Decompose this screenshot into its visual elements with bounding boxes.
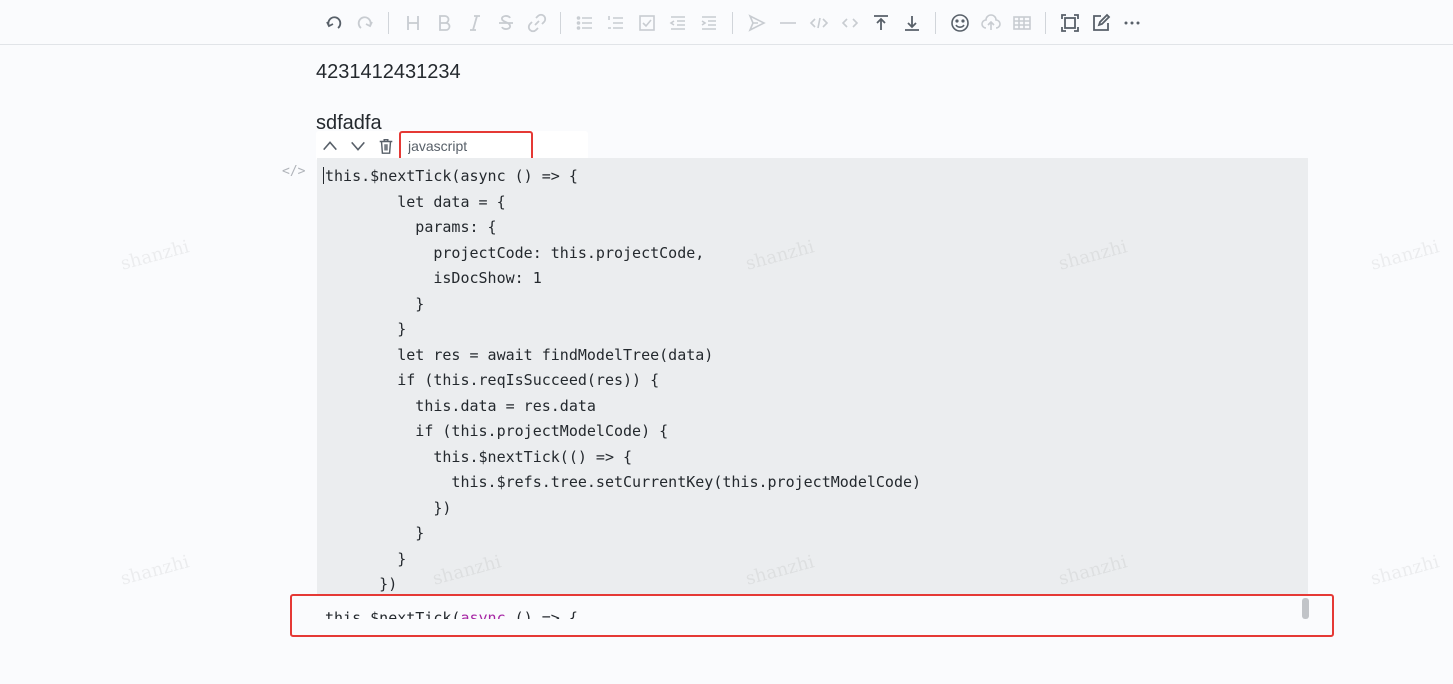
move-up-icon[interactable] bbox=[316, 132, 344, 160]
toolbar-divider bbox=[560, 12, 561, 34]
edit-mode-icon[interactable] bbox=[1085, 8, 1116, 38]
preview-scrollbar[interactable] bbox=[1302, 598, 1309, 619]
ordered-list-icon[interactable] bbox=[600, 8, 631, 38]
emoji-icon[interactable] bbox=[944, 8, 975, 38]
toolbar-divider bbox=[935, 12, 936, 34]
upload-icon[interactable] bbox=[975, 8, 1006, 38]
code-language-input[interactable] bbox=[402, 134, 530, 158]
code-preview: this.$nextTick(async () => { bbox=[317, 595, 1308, 619]
code-preview-text: this.$nextTick(async () => { bbox=[325, 609, 578, 619]
watermark: shanzhi bbox=[1368, 236, 1442, 275]
insert-after-icon[interactable] bbox=[896, 8, 927, 38]
toolbar-divider bbox=[1045, 12, 1046, 34]
line-icon[interactable] bbox=[772, 8, 803, 38]
headings-icon[interactable] bbox=[397, 8, 428, 38]
undo-icon[interactable] bbox=[318, 8, 349, 38]
link-icon[interactable] bbox=[521, 8, 552, 38]
preview-keyword: async bbox=[460, 609, 506, 619]
list-icon[interactable] bbox=[569, 8, 600, 38]
redo-icon[interactable] bbox=[349, 8, 380, 38]
code-block-marker: </> bbox=[282, 164, 306, 179]
indent-icon[interactable] bbox=[693, 8, 724, 38]
move-down-icon[interactable] bbox=[344, 132, 372, 160]
quote-icon[interactable] bbox=[741, 8, 772, 38]
toolbar-divider bbox=[388, 12, 389, 34]
code-block-editor[interactable]: this.$nextTick(async () => { let data = … bbox=[317, 158, 1308, 595]
check-icon[interactable] bbox=[631, 8, 662, 38]
preview-text-end: () => { bbox=[505, 609, 578, 619]
watermark: shanzhi bbox=[1368, 551, 1442, 590]
fullscreen-icon[interactable] bbox=[1054, 8, 1085, 38]
code-icon[interactable] bbox=[803, 8, 834, 38]
bold-icon[interactable] bbox=[428, 8, 459, 38]
paragraph-1[interactable]: 4231412431234 bbox=[316, 61, 461, 84]
insert-before-icon[interactable] bbox=[865, 8, 896, 38]
text-caret bbox=[323, 167, 324, 184]
preview-text-start: this.$nextTick( bbox=[325, 609, 461, 619]
toolbar-divider bbox=[732, 12, 733, 34]
code-text[interactable]: this.$nextTick(async () => { let data = … bbox=[325, 164, 921, 598]
watermark: shanzhi bbox=[118, 551, 192, 590]
outdent-icon[interactable] bbox=[662, 8, 693, 38]
toolbar-buttons bbox=[318, 8, 1147, 38]
delete-icon[interactable] bbox=[372, 132, 400, 160]
editor-toolbar bbox=[0, 0, 1453, 45]
italic-icon[interactable] bbox=[459, 8, 490, 38]
watermark: shanzhi bbox=[118, 236, 192, 275]
strike-icon[interactable] bbox=[490, 8, 521, 38]
more-icon[interactable] bbox=[1116, 8, 1147, 38]
inline-code-icon[interactable] bbox=[834, 8, 865, 38]
table-icon[interactable] bbox=[1006, 8, 1037, 38]
